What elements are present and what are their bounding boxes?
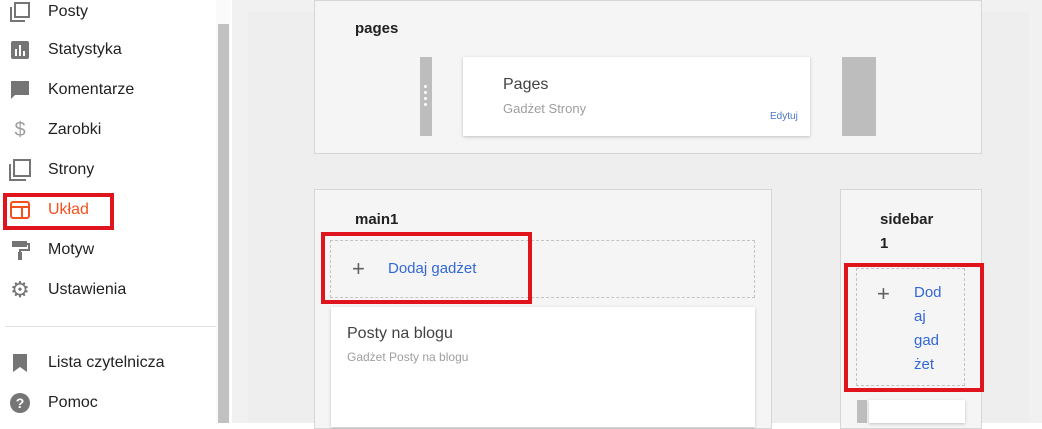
pages-gadget[interactable] <box>463 57 810 136</box>
sidebar-item-theme[interactable]: Motyw <box>0 230 216 270</box>
sidebar-item-help[interactable]: ? Pomoc <box>0 383 216 423</box>
gadget-title: Pages <box>503 76 549 93</box>
sidebar-item-label: Posty <box>48 3 89 20</box>
sidebar-item-label: Pomoc <box>48 394 98 411</box>
gadget-title: Posty na blogu <box>347 325 453 342</box>
edit-gadget-link[interactable]: Edytuj <box>770 111 798 122</box>
sidebar-item-label: Zarobki <box>48 121 102 138</box>
sidebar-item-comments[interactable]: Komentarze <box>0 70 216 110</box>
sidebar-item-pages[interactable]: Strony <box>0 150 216 190</box>
section-title: pages <box>355 20 399 37</box>
drag-handle-icon <box>424 85 427 106</box>
sidebar-item-posts[interactable]: Posty <box>0 0 216 32</box>
sidebar-item-reading-list[interactable]: Lista czytelnicza <box>0 343 216 383</box>
comments-icon <box>9 79 31 101</box>
svg-text:?: ? <box>16 395 25 411</box>
sidebar-item-label: Lista czytelnicza <box>48 354 165 371</box>
section-title: main1 <box>355 211 399 228</box>
pages-section-edge <box>842 57 876 136</box>
sidebar-item-label: Motyw <box>48 241 95 258</box>
sidebar-item-stats[interactable]: Statystyka <box>0 30 216 70</box>
sidebar-item-label: Ustawienia <box>48 281 127 298</box>
highlight-add-gadget-sidebar <box>844 263 984 392</box>
gear-icon: ⚙ <box>10 277 30 302</box>
gadget-subtitle: Gadżet Posty na blogu <box>347 350 469 364</box>
sidebar-gadget[interactable] <box>869 400 965 423</box>
sidebar-item-label: Statystyka <box>48 41 122 58</box>
posts-icon <box>9 1 31 23</box>
sidebar-item-label: Komentarze <box>48 81 135 98</box>
paint-roller-icon <box>9 239 31 261</box>
help-icon: ? <box>9 392 31 414</box>
pages-icon <box>9 159 31 181</box>
stats-icon <box>9 39 31 61</box>
dollar-icon: $ <box>14 118 26 141</box>
section-title: sidebar <box>880 211 934 228</box>
sidebar-scrollbar[interactable] <box>218 24 229 423</box>
sidebar-item-label: Strony <box>48 161 95 178</box>
highlight-layout-item <box>3 193 114 230</box>
bookmark-icon <box>9 352 31 374</box>
sidebar-item-settings[interactable]: ⚙ Ustawienia <box>0 270 216 310</box>
drag-handle[interactable] <box>857 400 867 423</box>
gadget-subtitle: Gadżet Strony <box>503 101 587 116</box>
highlight-add-gadget-main <box>321 232 532 304</box>
sidebar-divider <box>5 326 216 327</box>
drag-handle[interactable] <box>420 57 432 136</box>
sidebar-item-earnings[interactable]: $ Zarobki <box>0 110 216 150</box>
section-title: 1 <box>880 235 889 252</box>
